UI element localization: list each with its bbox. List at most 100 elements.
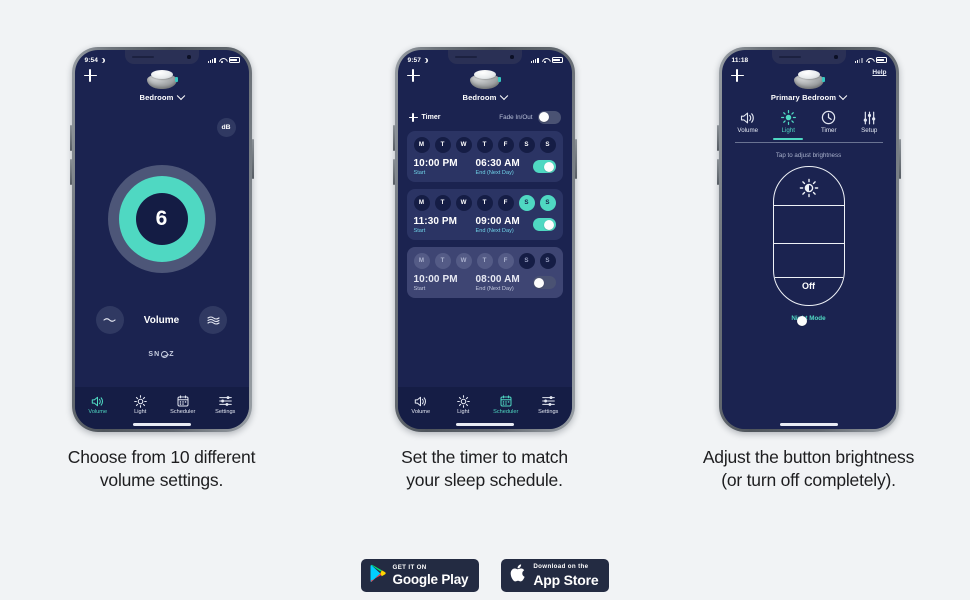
day-chip[interactable]: S: [539, 194, 556, 211]
phone-screen-scheduler: 9:57 Bedroom Timer Fade In/Out M T W T F…: [397, 50, 572, 429]
tab-label-timer: Timer: [820, 127, 837, 134]
day-chip[interactable]: S: [539, 136, 556, 153]
day-chip[interactable]: T: [476, 252, 493, 269]
moon-icon: [100, 58, 105, 63]
tab-setup[interactable]: Setup: [851, 110, 887, 140]
nav-item-scheduler[interactable]: Scheduler: [164, 395, 202, 415]
caption-line-1: Adjust the button brightness: [702, 447, 915, 467]
tab-label-volume: Volume: [737, 127, 759, 134]
slider-divider: [773, 243, 844, 245]
day-chip[interactable]: M: [413, 136, 430, 153]
google-play-badge[interactable]: GET IT ON Google Play: [360, 559, 480, 592]
nav-item-volume[interactable]: Volume: [79, 395, 117, 415]
nav-item-settings[interactable]: Settings: [529, 395, 567, 415]
fade-in-out-control[interactable]: Fade In/Out: [499, 111, 561, 124]
caption-light: Adjust the button brightness (or turn of…: [647, 446, 970, 493]
day-chip[interactable]: F: [497, 252, 514, 269]
help-link[interactable]: Help: [872, 69, 886, 76]
end-time-block[interactable]: 08:00 AM End (Next Day): [476, 274, 533, 292]
nav-item-scheduler[interactable]: Scheduler: [487, 395, 525, 415]
room-selector[interactable]: Primary Bedroom: [722, 91, 896, 108]
day-chip[interactable]: M: [413, 194, 430, 211]
nav-label-light: Light: [134, 408, 147, 415]
app-header: Bedroom: [75, 67, 249, 108]
chevron-down-icon: [838, 91, 848, 100]
wave-high-icon: [207, 315, 220, 325]
day-chip[interactable]: W: [455, 194, 472, 211]
nav-label-volume: Volume: [88, 408, 108, 415]
room-selector[interactable]: Bedroom: [398, 91, 572, 108]
sun-icon: [780, 110, 796, 125]
day-chip[interactable]: S: [518, 252, 535, 269]
day-chip[interactable]: W: [455, 136, 472, 153]
add-device-icon[interactable]: [406, 69, 420, 82]
nav-label-settings: Settings: [215, 408, 236, 415]
volume-increase-button[interactable]: [199, 306, 228, 334]
volume-decrease-button[interactable]: [95, 306, 124, 334]
day-chip[interactable]: T: [434, 136, 451, 153]
speaker-icon: [91, 395, 104, 408]
google-play-icon: [370, 564, 387, 588]
tab-light[interactable]: Light: [770, 110, 806, 140]
fade-toggle[interactable]: [537, 111, 561, 124]
speaker-icon: [414, 395, 427, 408]
start-time-block[interactable]: 10:00 PM Start: [414, 158, 476, 176]
app-store-badge[interactable]: Download on the App Store: [501, 559, 610, 592]
wifi-icon: [542, 58, 549, 63]
snooz-logo: SN Z: [148, 351, 175, 358]
nav-item-settings[interactable]: Settings: [206, 395, 244, 415]
end-time-block[interactable]: 09:00 AM End (Next Day): [476, 216, 533, 234]
day-chip[interactable]: T: [434, 252, 451, 269]
phone-mockup-light: 11:18 Help Primary Bedroom Volume Light …: [716, 47, 901, 432]
day-chip[interactable]: T: [476, 194, 493, 211]
status-time: 9:54: [84, 56, 98, 64]
day-chip[interactable]: T: [476, 136, 493, 153]
schedule-card[interactable]: M T W T F S S 10:00 PM: [406, 246, 563, 298]
volume-value: 6: [135, 193, 188, 245]
volume-dial[interactable]: 6: [107, 165, 216, 273]
nav-item-volume[interactable]: Volume: [402, 395, 440, 415]
add-timer-button[interactable]: Timer: [408, 112, 441, 122]
schedule-toggle[interactable]: [532, 160, 556, 173]
start-time-block[interactable]: 10:00 PM Start: [414, 274, 476, 292]
tab-volume[interactable]: Volume: [730, 110, 766, 140]
light-content: Volume Light Timer Setup Tap to adjust b…: [721, 108, 896, 420]
add-device-icon[interactable]: [83, 69, 97, 82]
day-chip[interactable]: S: [518, 136, 535, 153]
volume-panel: 9:54 Bedroom dB 6 Volume SN Z Volume Lig…: [0, 0, 323, 600]
end-time: 06:30 AM: [475, 157, 520, 169]
schedule-card[interactable]: M T W T F S S 11:30 PM Start 09:00 AM En…: [406, 188, 563, 240]
day-chip[interactable]: W: [455, 252, 472, 269]
brightness-slider[interactable]: Off: [772, 166, 845, 306]
add-device-icon[interactable]: [730, 69, 744, 82]
tab-timer[interactable]: Timer: [811, 110, 847, 140]
status-bar: 9:57: [398, 50, 572, 67]
light-panel: 11:18 Help Primary Bedroom Volume Light …: [647, 0, 970, 600]
battery-icon: [228, 57, 240, 63]
nav-item-light[interactable]: Light: [444, 394, 482, 415]
add-timer-label: Timer: [421, 113, 441, 121]
caption-line-2: volume settings.: [99, 470, 224, 491]
sliders-icon: [541, 395, 555, 408]
day-chip[interactable]: T: [434, 194, 451, 211]
db-button[interactable]: dB: [216, 118, 236, 137]
wifi-icon: [219, 58, 226, 63]
start-label: Start: [413, 285, 426, 292]
nav-item-light[interactable]: Light: [121, 394, 159, 415]
day-chip[interactable]: F: [497, 194, 514, 211]
clock-icon: [821, 110, 836, 125]
schedule-card[interactable]: M T W T F S S 10:00 PM: [406, 130, 563, 182]
day-chip[interactable]: F: [497, 136, 514, 153]
end-time-block[interactable]: 06:30 AM End (Next Day): [476, 158, 533, 176]
phone-power-button: [574, 139, 577, 179]
start-time-block[interactable]: 11:30 PM Start: [414, 216, 476, 234]
end-label: End (Next Day): [475, 285, 514, 292]
day-chip[interactable]: S: [539, 252, 556, 269]
schedule-toggle[interactable]: [532, 276, 556, 289]
day-chip[interactable]: S: [518, 194, 535, 211]
room-selector[interactable]: Bedroom: [75, 91, 249, 108]
day-chip[interactable]: M: [413, 252, 430, 269]
app-header: Bedroom: [398, 67, 572, 108]
schedule-toggle[interactable]: [532, 218, 556, 231]
start-label: Start: [413, 227, 426, 234]
